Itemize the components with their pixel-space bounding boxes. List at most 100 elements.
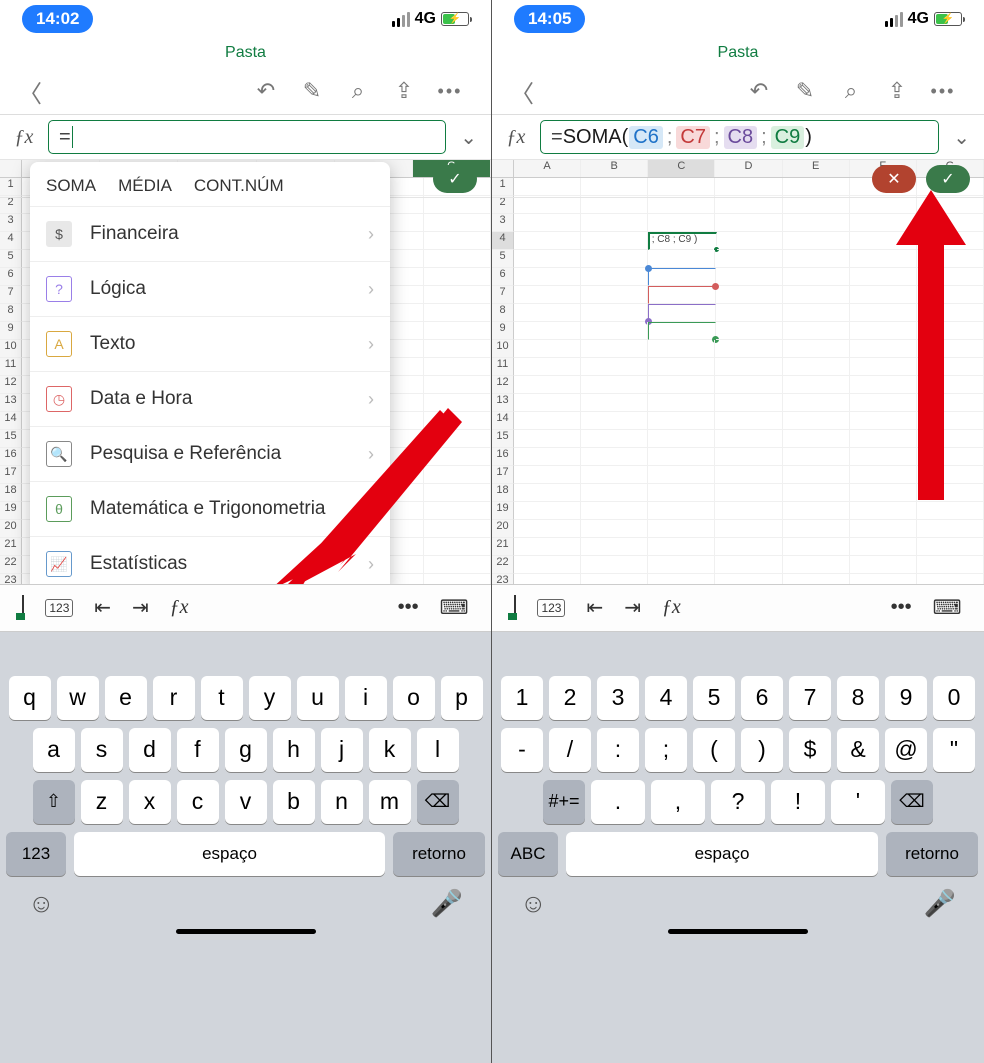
key-l[interactable]: l	[417, 728, 459, 772]
number-keyboard-icon[interactable]: 123	[537, 599, 565, 617]
category-txt[interactable]: ATexto›	[30, 316, 390, 371]
sheet-grid-icon[interactable]	[514, 596, 516, 619]
key-e[interactable]: e	[105, 676, 147, 720]
category-fin[interactable]: $Financeira›	[30, 206, 390, 261]
key-f[interactable]: f	[177, 728, 219, 772]
key-7[interactable]: 7	[789, 676, 831, 720]
key-)[interactable]: )	[741, 728, 783, 772]
backspace-key[interactable]: ⌫	[417, 780, 459, 824]
key-![interactable]: !	[771, 780, 825, 824]
ref-cell-c9[interactable]	[648, 322, 716, 340]
category-lkp[interactable]: 🔍Pesquisa e Referência›	[30, 426, 390, 481]
back-icon[interactable]: 〈	[510, 74, 534, 109]
sheet-grid-icon[interactable]	[22, 596, 24, 619]
key-q[interactable]: q	[9, 676, 51, 720]
share-icon[interactable]: ⇪	[874, 78, 920, 104]
fx-icon[interactable]: ƒx	[170, 596, 189, 619]
key-3[interactable]: 3	[597, 676, 639, 720]
backspace-key[interactable]: ⌫	[891, 780, 933, 824]
undo-icon[interactable]: ↶	[243, 78, 289, 104]
mode-key[interactable]: ABC	[498, 832, 558, 876]
formula-input[interactable]: =	[48, 120, 446, 154]
key-,[interactable]: ,	[651, 780, 705, 824]
key-a[interactable]: a	[33, 728, 75, 772]
category-stat[interactable]: 📈Estatísticas›	[30, 536, 390, 584]
more-edit-icon[interactable]: •••	[891, 596, 912, 619]
key-5[interactable]: 5	[693, 676, 735, 720]
key-h[interactable]: h	[273, 728, 315, 772]
space-key[interactable]: espaço	[566, 832, 878, 876]
expand-icon[interactable]: ⌄	[456, 125, 481, 150]
fx-icon[interactable]: ƒx	[662, 596, 681, 619]
emoji-icon[interactable]: ☺	[28, 888, 55, 919]
return-key[interactable]: retorno	[886, 832, 978, 876]
key-o[interactable]: o	[393, 676, 435, 720]
key-m[interactable]: m	[369, 780, 411, 824]
quick-fn-soma[interactable]: SOMA	[46, 176, 96, 196]
key-/[interactable]: /	[549, 728, 591, 772]
quick-fn-media[interactable]: MÉDIA	[118, 176, 172, 196]
ref-cell-c7[interactable]	[648, 286, 716, 304]
key-v[interactable]: v	[225, 780, 267, 824]
keyboard-icon[interactable]: ⌨	[933, 595, 962, 620]
expand-icon[interactable]: ⌄	[949, 125, 974, 150]
key-4[interactable]: 4	[645, 676, 687, 720]
key-6[interactable]: 6	[741, 676, 783, 720]
alt-key[interactable]: #+=	[543, 780, 585, 824]
search-icon[interactable]: ⌕	[335, 78, 381, 104]
active-cell[interactable]: ; C8 ; C9 )	[648, 232, 717, 250]
more-icon[interactable]: •••	[427, 81, 473, 102]
key-;[interactable]: ;	[645, 728, 687, 772]
quick-fn-contnum[interactable]: CONT.NÚM	[194, 176, 284, 196]
home-indicator[interactable]	[176, 929, 316, 934]
more-edit-icon[interactable]: •••	[398, 596, 419, 619]
key-d[interactable]: d	[129, 728, 171, 772]
key-8[interactable]: 8	[837, 676, 879, 720]
mic-icon[interactable]: 🎤	[924, 888, 956, 919]
shift-key[interactable]: ⇧	[33, 780, 75, 824]
key-2[interactable]: 2	[549, 676, 591, 720]
tab-forward-icon[interactable]: ⇥	[624, 595, 641, 620]
more-icon[interactable]: •••	[920, 81, 966, 102]
key-u[interactable]: u	[297, 676, 339, 720]
tab-forward-icon[interactable]: ⇥	[132, 595, 149, 620]
key-s[interactable]: s	[81, 728, 123, 772]
key-t[interactable]: t	[201, 676, 243, 720]
key-9[interactable]: 9	[885, 676, 927, 720]
draw-icon[interactable]: ✎	[782, 78, 828, 104]
draw-icon[interactable]: ✎	[289, 78, 335, 104]
home-indicator[interactable]	[668, 929, 808, 934]
share-icon[interactable]: ⇪	[381, 78, 427, 104]
return-key[interactable]: retorno	[393, 832, 485, 876]
key-k[interactable]: k	[369, 728, 411, 772]
number-keyboard-icon[interactable]: 123	[45, 599, 73, 617]
keyboard-icon[interactable]: ⌨	[440, 595, 469, 620]
key-$[interactable]: $	[789, 728, 831, 772]
key-.[interactable]: .	[591, 780, 645, 824]
key-?[interactable]: ?	[711, 780, 765, 824]
key-n[interactable]: n	[321, 780, 363, 824]
formula-input[interactable]: =SOMA(C6;C7;C8;C9)	[540, 120, 939, 154]
key-b[interactable]: b	[273, 780, 315, 824]
ref-cell-c8[interactable]	[648, 304, 716, 322]
category-dt[interactable]: ◷Data e Hora›	[30, 371, 390, 426]
key-"[interactable]: "	[933, 728, 975, 772]
key-w[interactable]: w	[57, 676, 99, 720]
key-j[interactable]: j	[321, 728, 363, 772]
back-icon[interactable]: 〈	[18, 74, 42, 109]
key-z[interactable]: z	[81, 780, 123, 824]
category-log[interactable]: ?Lógica›	[30, 261, 390, 316]
key-i[interactable]: i	[345, 676, 387, 720]
key-g[interactable]: g	[225, 728, 267, 772]
category-math[interactable]: θMatemática e Trigonometria›	[30, 481, 390, 536]
key-y[interactable]: y	[249, 676, 291, 720]
search-icon[interactable]: ⌕	[828, 78, 874, 104]
key-'[interactable]: '	[831, 780, 885, 824]
key--[interactable]: -	[501, 728, 543, 772]
key-([interactable]: (	[693, 728, 735, 772]
key-:[interactable]: :	[597, 728, 639, 772]
key-p[interactable]: p	[441, 676, 483, 720]
key-&[interactable]: &	[837, 728, 879, 772]
tab-back-icon[interactable]: ⇤	[94, 595, 111, 620]
key-0[interactable]: 0	[933, 676, 975, 720]
